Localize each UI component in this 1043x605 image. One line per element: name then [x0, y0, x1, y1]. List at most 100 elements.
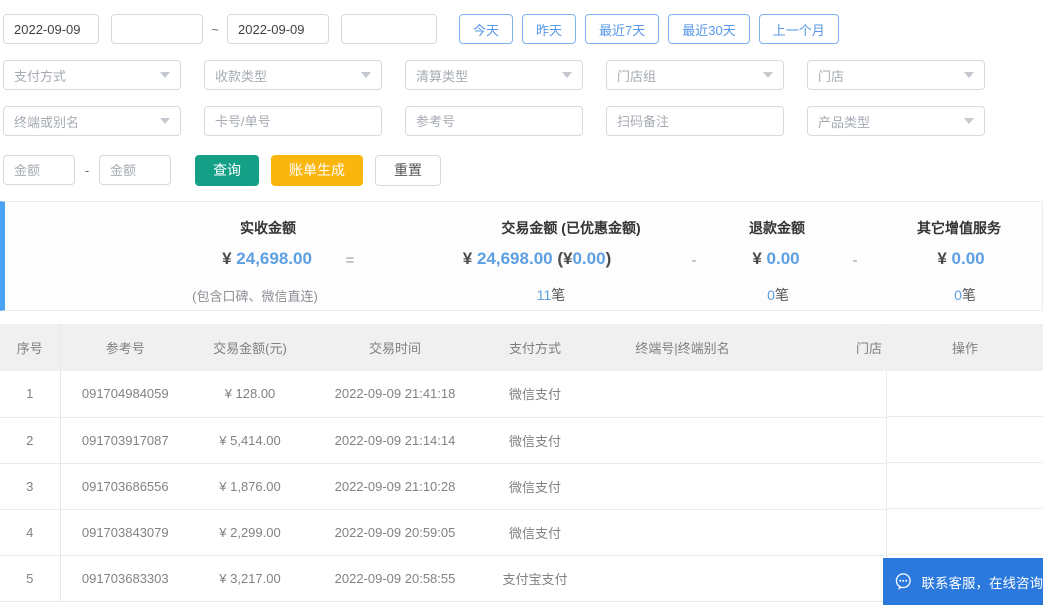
cell-reference: 091703683303	[60, 555, 190, 602]
amount-separator: -	[84, 162, 90, 178]
time-to-input[interactable]	[341, 14, 437, 44]
generate-bill-button[interactable]: 账单生成	[271, 154, 363, 186]
last-7-days-button[interactable]: 最近7天	[585, 14, 660, 44]
header-payment-method: 支付方式	[480, 324, 590, 371]
chevron-down-icon	[160, 72, 170, 78]
cell-terminal	[590, 509, 775, 556]
value-added-label: 其它增值服务	[917, 220, 1001, 236]
transaction-count: 11笔	[537, 285, 566, 305]
date-from-input[interactable]	[3, 14, 99, 44]
cell-amount: ¥ 2,299.00	[190, 509, 310, 556]
collection-type-select[interactable]: 收款类型	[204, 60, 382, 90]
cell-payment-method: 微信支付	[480, 463, 590, 510]
date-range-row: ~ 今天 昨天 最近7天 最近30天 上一个月	[3, 14, 1043, 44]
currency-symbol: ¥	[222, 249, 232, 268]
cell-reference: 091703917087	[60, 417, 190, 464]
cell-operation	[887, 371, 1043, 417]
header-time: 交易时间	[310, 324, 480, 371]
store-group-placeholder: 门店组	[617, 68, 657, 84]
store-placeholder: 门店	[818, 68, 845, 84]
chevron-down-icon	[160, 118, 170, 124]
cell-no: 2	[0, 417, 61, 464]
received-amount-value: ¥ 24,698.00	[222, 249, 312, 269]
yesterday-button[interactable]: 昨天	[522, 14, 577, 44]
minus-sign: -	[852, 252, 858, 269]
today-button[interactable]: 今天	[459, 14, 514, 44]
summary-bar: 实收金额 ¥ 24,698.00 (包含口碑、微信直连) = 交易金额 (已优惠…	[0, 201, 1043, 311]
received-amount-label: 实收金额	[240, 220, 296, 236]
chevron-down-icon	[964, 118, 974, 124]
value-added-number: 0.00	[951, 249, 985, 268]
cell-time: 2022-09-09 21:41:18	[310, 371, 480, 418]
count-unit: 笔	[551, 287, 566, 303]
settlement-type-select[interactable]: 清算类型	[405, 60, 583, 90]
cell-no: 4	[0, 509, 61, 556]
scan-code-remark-input[interactable]	[606, 106, 784, 136]
transaction-query-page: ~ 今天 昨天 最近7天 最近30天 上一个月 支付方式 收款类型 清算类型	[0, 0, 1043, 605]
reset-button[interactable]: 重置	[375, 154, 441, 186]
chat-bubble-icon	[895, 573, 911, 590]
cell-terminal	[590, 417, 775, 464]
terminal-or-alias-select[interactable]: 终端或别名	[3, 106, 181, 136]
payment-method-placeholder: 支付方式	[14, 68, 67, 84]
cell-reference: 091703686556	[60, 463, 190, 510]
cell-no: 3	[0, 463, 61, 510]
filter-panel: ~ 今天 昨天 最近7天 最近30天 上一个月 支付方式 收款类型 清算类型	[0, 0, 1043, 186]
cell-amount: ¥ 1,876.00	[190, 463, 310, 510]
equals-sign: =	[345, 252, 355, 269]
filter-row-1: 支付方式 收款类型 清算类型 门店组 门店	[3, 60, 1043, 90]
refund-count-number: 0	[767, 287, 775, 303]
time-from-input[interactable]	[111, 14, 203, 44]
refund-amount-number: 0.00	[766, 249, 800, 268]
currency-symbol: ¥	[752, 249, 762, 268]
discount-amount-number: 0.00	[572, 249, 606, 268]
cell-payment-method: 微信支付	[480, 371, 590, 418]
refund-amount-value: ¥ 0.00	[752, 249, 799, 269]
currency-symbol: ¥	[937, 249, 947, 268]
product-type-placeholder: 产品类型	[818, 114, 871, 130]
discount-close: )	[605, 249, 612, 268]
cell-terminal	[590, 371, 775, 418]
card-or-order-no-input[interactable]	[204, 106, 382, 136]
contact-support-label: 联系客服，在线咨询	[921, 575, 1043, 591]
header-terminal: 终端号|终端别名	[590, 324, 775, 371]
search-button[interactable]: 查询	[195, 154, 259, 186]
collection-type-placeholder: 收款类型	[215, 68, 268, 84]
header-amount: 交易金额(元)	[190, 324, 310, 371]
chevron-down-icon	[763, 72, 773, 78]
reference-no-input[interactable]	[405, 106, 583, 136]
product-type-select[interactable]: 产品类型	[807, 106, 985, 136]
store-select[interactable]: 门店	[807, 60, 985, 90]
cell-operation	[887, 417, 1043, 463]
cell-payment-method: 微信支付	[480, 417, 590, 464]
value-added-value: ¥ 0.00	[937, 249, 984, 269]
store-group-select[interactable]: 门店组	[606, 60, 784, 90]
cell-reference: 091703843079	[60, 509, 190, 556]
settlement-type-placeholder: 清算类型	[416, 68, 469, 84]
amount-max-input[interactable]	[99, 155, 171, 185]
value-added-count-number: 0	[954, 287, 962, 303]
cell-time: 2022-09-09 21:14:14	[310, 417, 480, 464]
cell-operation	[887, 463, 1043, 509]
last-30-days-button[interactable]: 最近30天	[668, 14, 750, 44]
payment-method-select[interactable]: 支付方式	[3, 60, 181, 90]
count-unit: 笔	[774, 287, 789, 303]
amount-and-actions-row: - 查询 账单生成 重置	[3, 154, 1043, 186]
received-amount-note: (包含口碑、微信直连)	[192, 289, 318, 304]
header-no: 序号	[0, 324, 61, 371]
header-operation: 操作	[887, 324, 1043, 371]
date-to-input[interactable]	[227, 14, 329, 44]
contact-support-button[interactable]: 联系客服，在线咨询	[883, 558, 1043, 605]
cell-time: 2022-09-09 20:59:05	[310, 509, 480, 556]
transaction-amount-number: 24,698.00	[476, 249, 553, 268]
quick-date-buttons: 今天 昨天 最近7天 最近30天 上一个月	[459, 14, 839, 44]
cell-operation	[887, 509, 1043, 555]
cell-no: 5	[0, 555, 61, 602]
cell-amount: ¥ 3,217.00	[190, 555, 310, 602]
cell-terminal	[590, 463, 775, 510]
cell-time: 2022-09-09 20:58:55	[310, 555, 480, 602]
cell-no: 1	[0, 371, 61, 418]
last-month-button[interactable]: 上一个月	[758, 14, 839, 44]
amount-min-input[interactable]	[3, 155, 75, 185]
cell-amount: ¥ 128.00	[190, 371, 310, 418]
